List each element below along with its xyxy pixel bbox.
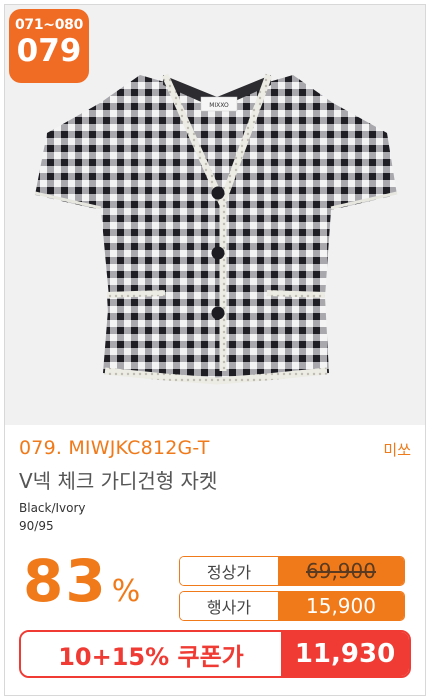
event-price-row: 행사가 15,900 bbox=[179, 591, 405, 621]
event-price-value: 15,900 bbox=[278, 592, 404, 620]
product-color: Black/Ivory bbox=[19, 501, 86, 515]
svg-text:MIXXO: MIXXO bbox=[209, 102, 229, 109]
coupon-price-button[interactable]: 10+15% 쿠폰가 11,930 bbox=[19, 630, 411, 678]
coupon-price-value: 11,930 bbox=[281, 632, 409, 676]
badge-range: 071~080 bbox=[14, 17, 84, 33]
discount-rate: 83% bbox=[23, 547, 140, 615]
product-card[interactable]: MIXXO 071~080 079 079. MIWJKC812G-T 미쏘 V… bbox=[4, 4, 426, 696]
normal-price-row: 정상가 69,900 bbox=[179, 556, 405, 586]
product-image-area[interactable]: MIXXO 071~080 079 bbox=[5, 5, 425, 425]
event-price-label: 행사가 bbox=[180, 592, 278, 620]
discount-percent: 83 bbox=[23, 547, 108, 615]
normal-price-value: 69,900 bbox=[278, 557, 404, 585]
product-title[interactable]: V넥 체크 가디건형 자켓 bbox=[19, 465, 217, 494]
discount-percent-sign: % bbox=[111, 574, 141, 609]
product-code: 079. MIWJKC812G-T bbox=[19, 437, 210, 459]
coupon-price-label: 10+15% 쿠폰가 bbox=[21, 632, 281, 676]
product-size: 90/95 bbox=[19, 519, 54, 533]
brand-name[interactable]: 미쏘 bbox=[383, 439, 411, 460]
normal-price-label: 정상가 bbox=[180, 557, 278, 585]
badge-number: 079 bbox=[16, 33, 82, 69]
number-badge: 071~080 079 bbox=[9, 9, 89, 83]
